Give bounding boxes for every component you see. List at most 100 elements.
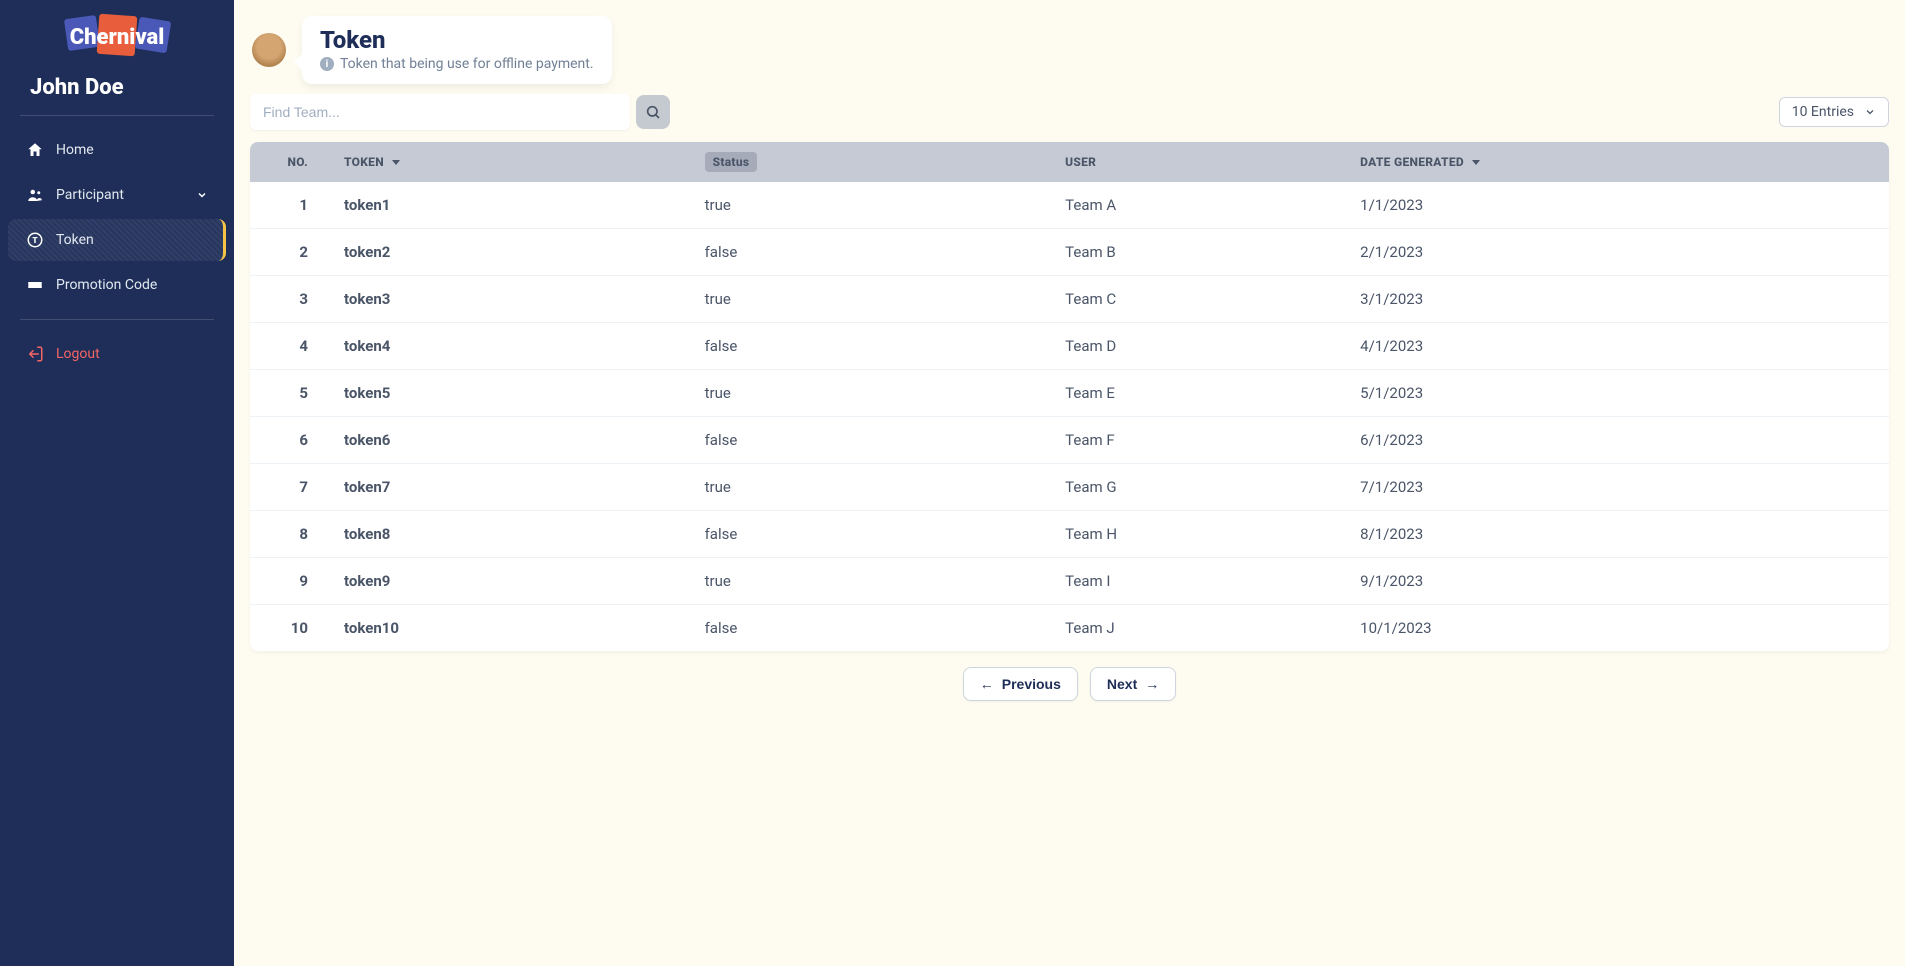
- cell-no: 3: [250, 276, 330, 323]
- table-row[interactable]: 10token10falseTeam J10/1/2023: [250, 605, 1889, 652]
- previous-button[interactable]: ← Previous: [963, 667, 1078, 701]
- sort-caret-icon: [392, 160, 400, 165]
- cell-date: 3/1/2023: [1346, 276, 1889, 323]
- sort-caret-icon: [1472, 160, 1480, 165]
- table-row[interactable]: 2token2falseTeam B2/1/2023: [250, 229, 1889, 276]
- page-subtitle-row: i Token that being use for offline payme…: [320, 56, 594, 72]
- cell-token: token1: [330, 182, 691, 229]
- table-row[interactable]: 5token5trueTeam E5/1/2023: [250, 370, 1889, 417]
- divider: [20, 115, 214, 116]
- cell-status: true: [691, 276, 1052, 323]
- table-row[interactable]: 8token8falseTeam H8/1/2023: [250, 511, 1889, 558]
- cell-date: 8/1/2023: [1346, 511, 1889, 558]
- page-title: Token: [320, 26, 594, 54]
- cell-date: 4/1/2023: [1346, 323, 1889, 370]
- page-title-callout: Token i Token that being use for offline…: [302, 16, 612, 84]
- cell-user: Team I: [1051, 558, 1346, 605]
- cell-token: token3: [330, 276, 691, 323]
- sidebar-item-promotion-code[interactable]: Promotion Code: [8, 264, 226, 306]
- chevron-down-icon: [1864, 106, 1876, 118]
- sidebar-item-label: Token: [56, 232, 94, 248]
- previous-label: Previous: [1002, 676, 1061, 692]
- table-header: NO. TOKEN Status USER DATE GENERATED: [250, 142, 1889, 182]
- cell-status: false: [691, 511, 1052, 558]
- cell-date: 2/1/2023: [1346, 229, 1889, 276]
- cell-no: 8: [250, 511, 330, 558]
- cell-no: 10: [250, 605, 330, 652]
- col-header-user[interactable]: USER: [1051, 142, 1346, 182]
- nav-list: Home Participant T Token Promotion Code: [0, 126, 234, 309]
- cell-token: token10: [330, 605, 691, 652]
- pagination: ← Previous Next →: [250, 651, 1889, 709]
- col-header-status[interactable]: Status: [691, 142, 1052, 182]
- avatar: [252, 33, 286, 67]
- toolbar: 10 Entries: [250, 94, 1889, 130]
- home-icon: [26, 141, 44, 159]
- table-row[interactable]: 6token6falseTeam F6/1/2023: [250, 417, 1889, 464]
- cell-user: Team H: [1051, 511, 1346, 558]
- cell-token: token6: [330, 417, 691, 464]
- logo: Chernival: [0, 15, 234, 60]
- user-name: John Doe: [0, 75, 234, 115]
- cell-date: 9/1/2023: [1346, 558, 1889, 605]
- cell-user: Team A: [1051, 182, 1346, 229]
- table-row[interactable]: 1token1trueTeam A1/1/2023: [250, 182, 1889, 229]
- sidebar: Chernival John Doe Home Participant T To…: [0, 0, 234, 966]
- cell-status: true: [691, 182, 1052, 229]
- nav-list-footer: Logout: [0, 330, 234, 378]
- page-header: Token i Token that being use for offline…: [250, 0, 1889, 94]
- table-row[interactable]: 4token4falseTeam D4/1/2023: [250, 323, 1889, 370]
- search-group: [250, 94, 670, 130]
- sidebar-item-participant[interactable]: Participant: [8, 174, 226, 216]
- cell-user: Team B: [1051, 229, 1346, 276]
- sidebar-item-logout[interactable]: Logout: [8, 333, 226, 375]
- svg-text:T: T: [32, 236, 38, 246]
- table-body: 1token1trueTeam A1/1/20232token2falseTea…: [250, 182, 1889, 651]
- cell-token: token7: [330, 464, 691, 511]
- col-header-token[interactable]: TOKEN: [330, 142, 691, 182]
- cell-token: token8: [330, 511, 691, 558]
- sidebar-item-label: Participant: [56, 187, 124, 203]
- col-header-date[interactable]: DATE GENERATED: [1346, 142, 1889, 182]
- info-icon: i: [320, 57, 334, 71]
- cell-date: 1/1/2023: [1346, 182, 1889, 229]
- cell-token: token4: [330, 323, 691, 370]
- cell-status: true: [691, 464, 1052, 511]
- cell-date: 5/1/2023: [1346, 370, 1889, 417]
- sidebar-item-label: Home: [56, 142, 94, 158]
- cell-no: 1: [250, 182, 330, 229]
- search-button[interactable]: [636, 95, 670, 129]
- arrow-left-icon: ←: [980, 676, 994, 692]
- cell-user: Team C: [1051, 276, 1346, 323]
- cell-user: Team G: [1051, 464, 1346, 511]
- cell-no: 2: [250, 229, 330, 276]
- col-header-no[interactable]: NO.: [250, 142, 330, 182]
- token-icon: T: [26, 231, 44, 249]
- main-content: Token i Token that being use for offline…: [234, 0, 1905, 966]
- cell-status: true: [691, 558, 1052, 605]
- divider: [20, 319, 214, 320]
- cell-user: Team E: [1051, 370, 1346, 417]
- table-row[interactable]: 7token7trueTeam G7/1/2023: [250, 464, 1889, 511]
- search-input[interactable]: [250, 94, 630, 130]
- cell-token: token9: [330, 558, 691, 605]
- sidebar-item-token[interactable]: T Token: [8, 219, 226, 261]
- cell-date: 6/1/2023: [1346, 417, 1889, 464]
- sidebar-item-label: Logout: [56, 346, 100, 362]
- cell-status: false: [691, 417, 1052, 464]
- next-button[interactable]: Next →: [1090, 667, 1176, 701]
- cell-no: 7: [250, 464, 330, 511]
- cell-user: Team D: [1051, 323, 1346, 370]
- table-row[interactable]: 3token3trueTeam C3/1/2023: [250, 276, 1889, 323]
- sidebar-item-home[interactable]: Home: [8, 129, 226, 171]
- cell-date: 10/1/2023: [1346, 605, 1889, 652]
- cell-user: Team J: [1051, 605, 1346, 652]
- sidebar-item-label: Promotion Code: [56, 277, 157, 293]
- table-row[interactable]: 9token9trueTeam I9/1/2023: [250, 558, 1889, 605]
- cell-user: Team F: [1051, 417, 1346, 464]
- page-subtitle: Token that being use for offline payment…: [340, 56, 594, 72]
- next-label: Next: [1107, 676, 1137, 692]
- cell-no: 6: [250, 417, 330, 464]
- cell-status: false: [691, 323, 1052, 370]
- entries-select[interactable]: 10 Entries: [1779, 97, 1889, 127]
